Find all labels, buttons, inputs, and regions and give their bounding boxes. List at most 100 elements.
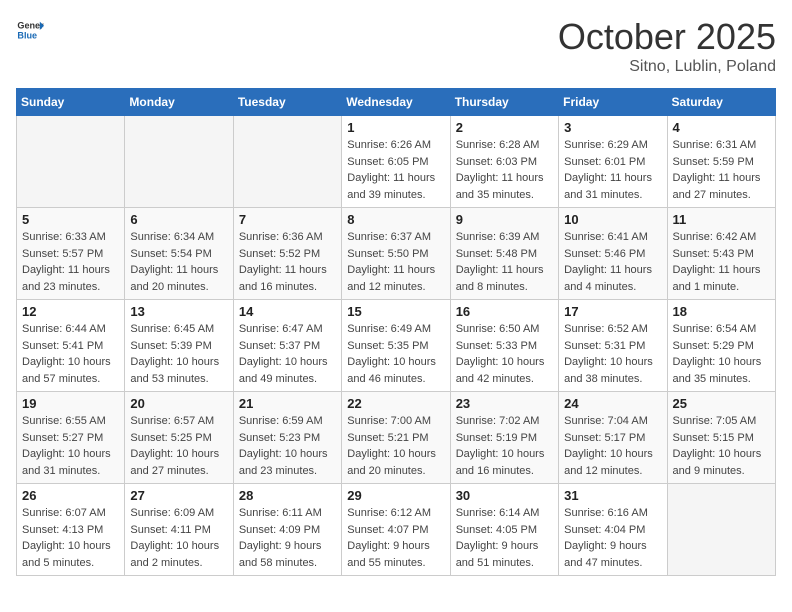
- day-info: Sunrise: 6:41 AM Sunset: 5:46 PM Dayligh…: [564, 229, 661, 295]
- calendar-cell: 5 Sunrise: 6:33 AM Sunset: 5:57 PM Daylig…: [17, 208, 125, 300]
- day-number: 13: [130, 304, 227, 319]
- day-number: 25: [673, 396, 770, 411]
- calendar-cell: 11 Sunrise: 6:42 AM Sunset: 5:43 PM Dayli…: [667, 208, 775, 300]
- calendar-cell: 23 Sunrise: 7:02 AM Sunset: 5:19 PM Dayli…: [450, 392, 558, 484]
- calendar-cell: 19 Sunrise: 6:55 AM Sunset: 5:27 PM Dayli…: [17, 392, 125, 484]
- day-number: 3: [564, 120, 661, 135]
- calendar-week-row: 5 Sunrise: 6:33 AM Sunset: 5:57 PM Daylig…: [17, 208, 776, 300]
- day-info: Sunrise: 6:33 AM Sunset: 5:57 PM Dayligh…: [22, 229, 119, 295]
- day-info: Sunrise: 6:47 AM Sunset: 5:37 PM Dayligh…: [239, 321, 336, 387]
- location: Sitno, Lublin, Poland: [558, 58, 776, 76]
- title-block: October 2025 Sitno, Lublin, Poland: [558, 16, 776, 76]
- calendar-cell: 21 Sunrise: 6:59 AM Sunset: 5:23 PM Dayli…: [233, 392, 341, 484]
- day-info: Sunrise: 6:44 AM Sunset: 5:41 PM Dayligh…: [22, 321, 119, 387]
- day-number: 4: [673, 120, 770, 135]
- calendar-cell: 25 Sunrise: 7:05 AM Sunset: 5:15 PM Dayli…: [667, 392, 775, 484]
- calendar-cell: 22 Sunrise: 7:00 AM Sunset: 5:21 PM Dayli…: [342, 392, 450, 484]
- calendar-cell: 2 Sunrise: 6:28 AM Sunset: 6:03 PM Daylig…: [450, 116, 558, 208]
- day-number: 14: [239, 304, 336, 319]
- day-number: 10: [564, 212, 661, 227]
- day-number: 8: [347, 212, 444, 227]
- day-info: Sunrise: 6:54 AM Sunset: 5:29 PM Dayligh…: [673, 321, 770, 387]
- day-info: Sunrise: 7:02 AM Sunset: 5:19 PM Dayligh…: [456, 413, 553, 479]
- weekday-header: Monday: [125, 89, 233, 116]
- calendar-cell: 31 Sunrise: 6:16 AM Sunset: 4:04 PM Dayli…: [559, 484, 667, 576]
- calendar-cell: 12 Sunrise: 6:44 AM Sunset: 5:41 PM Dayli…: [17, 300, 125, 392]
- calendar-table: SundayMondayTuesdayWednesdayThursdayFrid…: [16, 88, 776, 576]
- day-number: 12: [22, 304, 119, 319]
- day-number: 19: [22, 396, 119, 411]
- day-number: 2: [456, 120, 553, 135]
- calendar-cell: 29 Sunrise: 6:12 AM Sunset: 4:07 PM Dayli…: [342, 484, 450, 576]
- weekday-header-row: SundayMondayTuesdayWednesdayThursdayFrid…: [17, 89, 776, 116]
- day-number: 24: [564, 396, 661, 411]
- weekday-header: Sunday: [17, 89, 125, 116]
- calendar-week-row: 12 Sunrise: 6:44 AM Sunset: 5:41 PM Dayli…: [17, 300, 776, 392]
- day-number: 11: [673, 212, 770, 227]
- calendar-cell: 3 Sunrise: 6:29 AM Sunset: 6:01 PM Daylig…: [559, 116, 667, 208]
- calendar-cell: 13 Sunrise: 6:45 AM Sunset: 5:39 PM Dayli…: [125, 300, 233, 392]
- day-number: 21: [239, 396, 336, 411]
- day-info: Sunrise: 6:57 AM Sunset: 5:25 PM Dayligh…: [130, 413, 227, 479]
- day-number: 31: [564, 488, 661, 503]
- calendar-cell: 24Sunrise: 7:04 AM Sunset: 5:17 PM Dayli…: [559, 392, 667, 484]
- day-info: Sunrise: 6:37 AM Sunset: 5:50 PM Dayligh…: [347, 229, 444, 295]
- day-info: Sunrise: 6:29 AM Sunset: 6:01 PM Dayligh…: [564, 137, 661, 203]
- day-info: Sunrise: 6:52 AM Sunset: 5:31 PM Dayligh…: [564, 321, 661, 387]
- weekday-header: Saturday: [667, 89, 775, 116]
- day-info: Sunrise: 6:11 AM Sunset: 4:09 PM Dayligh…: [239, 505, 336, 571]
- day-info: Sunrise: 6:34 AM Sunset: 5:54 PM Dayligh…: [130, 229, 227, 295]
- day-number: 22: [347, 396, 444, 411]
- day-number: 28: [239, 488, 336, 503]
- day-info: Sunrise: 6:36 AM Sunset: 5:52 PM Dayligh…: [239, 229, 336, 295]
- day-number: 16: [456, 304, 553, 319]
- weekday-header: Thursday: [450, 89, 558, 116]
- day-number: 23: [456, 396, 553, 411]
- day-number: 27: [130, 488, 227, 503]
- calendar-cell: 10 Sunrise: 6:41 AM Sunset: 5:46 PM Dayli…: [559, 208, 667, 300]
- calendar-week-row: 1 Sunrise: 6:26 AM Sunset: 6:05 PM Daylig…: [17, 116, 776, 208]
- day-number: 18: [673, 304, 770, 319]
- page-header: General Blue October 2025 Sitno, Lublin,…: [16, 16, 776, 76]
- day-info: Sunrise: 6:49 AM Sunset: 5:35 PM Dayligh…: [347, 321, 444, 387]
- day-info: Sunrise: 7:00 AM Sunset: 5:21 PM Dayligh…: [347, 413, 444, 479]
- day-info: Sunrise: 6:14 AM Sunset: 4:05 PM Dayligh…: [456, 505, 553, 571]
- day-number: 17: [564, 304, 661, 319]
- day-number: 9: [456, 212, 553, 227]
- calendar-week-row: 26Sunrise: 6:07 AM Sunset: 4:13 PM Dayli…: [17, 484, 776, 576]
- calendar-cell: 6 Sunrise: 6:34 AM Sunset: 5:54 PM Daylig…: [125, 208, 233, 300]
- weekday-header: Wednesday: [342, 89, 450, 116]
- calendar-cell: 26Sunrise: 6:07 AM Sunset: 4:13 PM Dayli…: [17, 484, 125, 576]
- day-info: Sunrise: 7:05 AM Sunset: 5:15 PM Dayligh…: [673, 413, 770, 479]
- day-info: Sunrise: 6:39 AM Sunset: 5:48 PM Dayligh…: [456, 229, 553, 295]
- calendar-week-row: 19 Sunrise: 6:55 AM Sunset: 5:27 PM Dayli…: [17, 392, 776, 484]
- day-info: Sunrise: 6:55 AM Sunset: 5:27 PM Dayligh…: [22, 413, 119, 479]
- day-info: Sunrise: 6:16 AM Sunset: 4:04 PM Dayligh…: [564, 505, 661, 571]
- calendar-cell: 1 Sunrise: 6:26 AM Sunset: 6:05 PM Daylig…: [342, 116, 450, 208]
- day-info: Sunrise: 6:42 AM Sunset: 5:43 PM Dayligh…: [673, 229, 770, 295]
- calendar-cell: 9 Sunrise: 6:39 AM Sunset: 5:48 PM Daylig…: [450, 208, 558, 300]
- svg-text:Blue: Blue: [17, 30, 37, 40]
- day-info: Sunrise: 6:59 AM Sunset: 5:23 PM Dayligh…: [239, 413, 336, 479]
- day-info: Sunrise: 6:12 AM Sunset: 4:07 PM Dayligh…: [347, 505, 444, 571]
- day-number: 29: [347, 488, 444, 503]
- day-number: 1: [347, 120, 444, 135]
- day-info: Sunrise: 6:07 AM Sunset: 4:13 PM Dayligh…: [22, 505, 119, 571]
- calendar-cell: 20Sunrise: 6:57 AM Sunset: 5:25 PM Dayli…: [125, 392, 233, 484]
- calendar-cell: 4 Sunrise: 6:31 AM Sunset: 5:59 PM Daylig…: [667, 116, 775, 208]
- day-number: 15: [347, 304, 444, 319]
- day-info: Sunrise: 6:26 AM Sunset: 6:05 PM Dayligh…: [347, 137, 444, 203]
- calendar-cell: 27Sunrise: 6:09 AM Sunset: 4:11 PM Dayli…: [125, 484, 233, 576]
- calendar-cell: [125, 116, 233, 208]
- day-info: Sunrise: 6:31 AM Sunset: 5:59 PM Dayligh…: [673, 137, 770, 203]
- day-info: Sunrise: 6:45 AM Sunset: 5:39 PM Dayligh…: [130, 321, 227, 387]
- calendar-cell: 17 Sunrise: 6:52 AM Sunset: 5:31 PM Dayli…: [559, 300, 667, 392]
- logo: General Blue: [16, 16, 44, 44]
- calendar-cell: [667, 484, 775, 576]
- calendar-cell: 28 Sunrise: 6:11 AM Sunset: 4:09 PM Dayli…: [233, 484, 341, 576]
- day-number: 6: [130, 212, 227, 227]
- calendar-cell: 16Sunrise: 6:50 AM Sunset: 5:33 PM Dayli…: [450, 300, 558, 392]
- day-number: 5: [22, 212, 119, 227]
- day-info: Sunrise: 6:28 AM Sunset: 6:03 PM Dayligh…: [456, 137, 553, 203]
- calendar-cell: 18 Sunrise: 6:54 AM Sunset: 5:29 PM Dayli…: [667, 300, 775, 392]
